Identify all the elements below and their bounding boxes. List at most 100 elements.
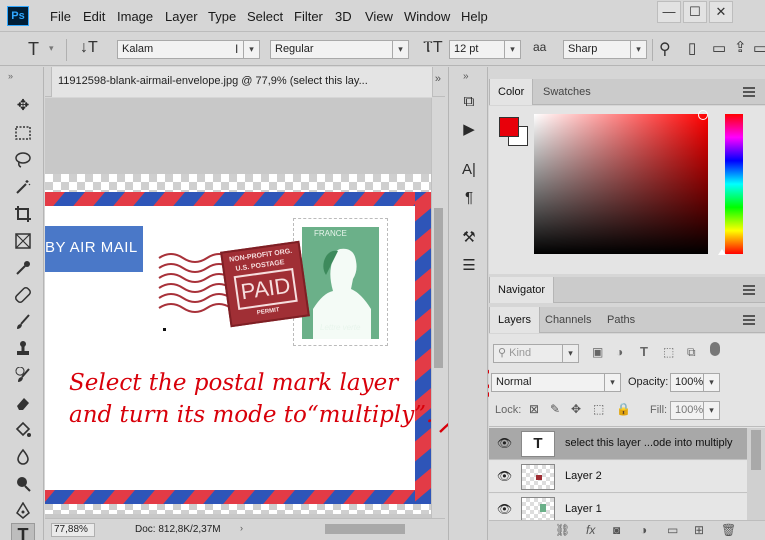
history-brush-tool-icon[interactable] xyxy=(11,365,35,387)
adjustment-layer-icon[interactable]: ◑ xyxy=(640,523,647,537)
menu-file[interactable]: File xyxy=(50,9,71,24)
workspace-icon[interactable]: ▯ xyxy=(688,39,696,57)
lock-image-icon[interactable]: ✎ xyxy=(550,402,560,416)
minimize-button[interactable]: — xyxy=(657,1,681,23)
more-icon[interactable]: ▭ xyxy=(753,39,765,57)
document-tab[interactable]: 11912598-blank-airmail-envelope.jpg @ 77… xyxy=(51,67,433,97)
hue-slider[interactable] xyxy=(725,114,743,254)
menu-window[interactable]: Window xyxy=(404,9,450,24)
color-picker-field[interactable] xyxy=(534,110,708,254)
text-orientation-icon[interactable]: ↓T xyxy=(80,39,98,57)
menu-edit[interactable]: Edit xyxy=(83,9,105,24)
scrollbar-thumb[interactable] xyxy=(434,208,443,368)
link-layers-icon[interactable]: ⛓ xyxy=(555,523,570,537)
lock-position-icon[interactable]: ✥ xyxy=(571,402,581,416)
search-icon[interactable]: ⚲ xyxy=(659,39,671,59)
menu-type[interactable]: Type xyxy=(208,9,236,24)
frame-tool-icon[interactable] xyxy=(11,230,35,252)
history-panel-icon[interactable]: ⧉ xyxy=(457,91,481,113)
preset-chevron-icon[interactable]: ▾ xyxy=(49,43,54,54)
share-icon[interactable]: ⇪ xyxy=(734,38,747,56)
brush-settings-icon[interactable]: ⚒ xyxy=(457,227,481,249)
visibility-eye-icon[interactable]: 👁 xyxy=(497,502,512,516)
type-tool-icon[interactable]: T xyxy=(11,523,35,540)
lasso-tool-icon[interactable] xyxy=(11,149,35,171)
close-button[interactable]: ✕ xyxy=(709,1,733,23)
document-canvas[interactable]: BY AIR MAIL FRANCE Lettre verte NON-PROF… xyxy=(45,98,431,518)
type-tool-preset-icon[interactable]: T xyxy=(28,39,39,60)
navigator-panel-menu-icon[interactable] xyxy=(743,285,755,295)
font-style-select[interactable]: Regular ▾ xyxy=(270,40,409,59)
dodge-tool-icon[interactable] xyxy=(11,473,35,495)
menu-filter[interactable]: Filter xyxy=(294,9,323,24)
vertical-scrollbar[interactable] xyxy=(431,98,445,518)
new-layer-icon[interactable]: ⊞ xyxy=(694,523,704,537)
layer-filter-select[interactable]: ⚲ Kind ▾ xyxy=(493,344,579,363)
filter-toggle-icon[interactable] xyxy=(710,342,720,356)
zoom-input[interactable]: 77,88% xyxy=(51,523,95,537)
layer-row-text[interactable]: 👁 T select this layer ...ode into multip… xyxy=(489,428,747,460)
lock-all-icon[interactable]: 🔒 xyxy=(616,402,631,416)
paint-bucket-tool-icon[interactable] xyxy=(11,419,35,441)
filter-smart-object-icon[interactable]: ⧉ xyxy=(687,345,696,360)
filter-type-icon[interactable]: T xyxy=(640,344,648,359)
add-mask-icon[interactable]: ◙ xyxy=(613,523,620,537)
menu-image[interactable]: Image xyxy=(117,9,153,24)
brush-tool-icon[interactable] xyxy=(11,311,35,333)
layers-panel-menu-icon[interactable] xyxy=(743,315,755,325)
tab-layers[interactable]: Layers xyxy=(489,307,541,333)
horizontal-scrollbar-thumb[interactable] xyxy=(325,524,405,534)
blend-mode-select[interactable]: Normal ▾ xyxy=(491,373,621,392)
layers-scrollbar-thumb[interactable] xyxy=(751,430,761,470)
delete-layer-icon[interactable]: 🗑 xyxy=(721,523,736,537)
new-group-icon[interactable]: ▭ xyxy=(667,523,678,537)
healing-brush-tool-icon[interactable] xyxy=(11,284,35,306)
visibility-eye-icon[interactable]: 👁 xyxy=(497,436,512,450)
opacity-input[interactable]: 100% ▾ xyxy=(670,373,720,392)
layers-scrollbar[interactable] xyxy=(747,428,765,520)
menu-layer[interactable]: Layer xyxy=(165,9,198,24)
crop-tool-icon[interactable] xyxy=(11,203,35,225)
menu-help[interactable]: Help xyxy=(461,9,488,24)
maximize-button[interactable]: ☐ xyxy=(683,1,707,23)
eraser-tool-icon[interactable] xyxy=(11,392,35,414)
marquee-tool-icon[interactable] xyxy=(11,122,35,144)
eyedropper-tool-icon[interactable] xyxy=(11,257,35,279)
menu-view[interactable]: View xyxy=(365,9,393,24)
tab-swatches[interactable]: Swatches xyxy=(535,79,599,105)
fill-input[interactable]: 100% ▾ xyxy=(670,401,720,420)
move-tool-icon[interactable]: ✥ xyxy=(11,95,35,117)
expand-icon[interactable]: » xyxy=(463,71,469,82)
antialias-select[interactable]: Sharp ▾ xyxy=(563,40,647,59)
visibility-eye-icon[interactable]: 👁 xyxy=(497,469,512,483)
collapse-icon[interactable]: » xyxy=(8,71,13,81)
actions-panel-icon[interactable]: ▶ xyxy=(457,119,481,141)
tab-channels[interactable]: Channels xyxy=(537,307,599,333)
tab-navigator[interactable]: Navigator xyxy=(489,277,555,303)
lock-artboard-icon[interactable]: ⬚ xyxy=(593,402,604,416)
color-panel-menu-icon[interactable] xyxy=(743,87,755,97)
layer-style-fx-icon[interactable]: fx xyxy=(586,523,595,537)
clone-stamp-tool-icon[interactable] xyxy=(11,338,35,360)
paragraph-panel-icon[interactable]: ¶ xyxy=(457,187,481,209)
foreground-color-swatch[interactable] xyxy=(499,117,519,137)
character-panel-icon[interactable]: A| xyxy=(457,159,481,181)
filter-pixel-icon[interactable]: ▣ xyxy=(592,345,603,359)
hue-slider-handle[interactable] xyxy=(718,249,726,255)
font-family-select[interactable]: Kalam I ▾ xyxy=(117,40,260,59)
menu-select[interactable]: Select xyxy=(247,9,283,24)
panel-toggle-icon[interactable]: ▭ xyxy=(712,39,726,57)
chevron-right-icon[interactable]: › xyxy=(240,523,243,533)
menu-3d[interactable]: 3D xyxy=(335,9,352,24)
blur-tool-icon[interactable] xyxy=(11,446,35,468)
adjustments-icon[interactable]: ☰ xyxy=(457,255,481,277)
tab-paths[interactable]: Paths xyxy=(599,307,643,333)
pen-tool-icon[interactable] xyxy=(11,500,35,522)
lock-transparent-icon[interactable]: ⊠ xyxy=(529,402,539,416)
filter-shape-icon[interactable]: ⬚ xyxy=(663,345,674,359)
layer-row-layer-2[interactable]: 👁 Layer 2 xyxy=(489,461,747,493)
filter-adjustment-icon[interactable]: ◑ xyxy=(616,345,623,359)
tab-color[interactable]: Color xyxy=(489,79,534,105)
color-picker-handle[interactable] xyxy=(698,110,708,120)
collapse-icon[interactable]: » xyxy=(435,73,441,85)
